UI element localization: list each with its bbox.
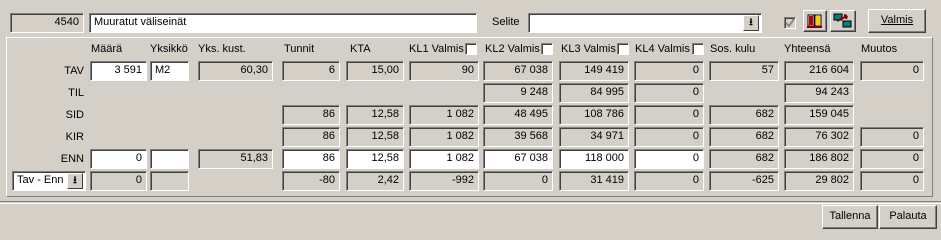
diff-yhteensa: 29 802	[784, 171, 854, 191]
diff-tunnit: -80	[282, 171, 340, 191]
kl4-valmis-checkbox[interactable]	[692, 43, 704, 55]
enn-tunnit-input[interactable]: 86	[282, 149, 340, 169]
palauta-button[interactable]: Palauta	[879, 205, 937, 229]
diff-kl1: -992	[409, 171, 479, 191]
tav-kta: 15,00	[346, 61, 404, 81]
tav-kl3: 149 419	[559, 61, 629, 81]
kir-kl1: 1 082	[409, 127, 479, 147]
col-kl3: KL3 Valmis	[561, 43, 616, 55]
tallenna-button[interactable]: Tallenna	[822, 205, 878, 229]
tallenna-button-label: Tallenna	[829, 210, 871, 222]
tav-kl1: 90	[409, 61, 479, 81]
row-label-enn: ENN	[60, 153, 84, 165]
enn-muutos: 0	[860, 149, 924, 169]
col-tunnit: Tunnit	[284, 43, 315, 55]
diff-maara: 0	[90, 171, 147, 191]
sid-kl3: 108 786	[559, 105, 629, 125]
tav-yks-kust: 60,30	[198, 61, 273, 81]
diff-kta: 2,42	[346, 171, 404, 191]
enn-kl2-input[interactable]: 67 038	[483, 149, 553, 169]
col-yhteensa: Yhteensä	[784, 43, 831, 55]
tools-button[interactable]	[830, 10, 856, 32]
sid-kta: 12,58	[346, 105, 404, 125]
col-yks-kust: Yks. kust.	[198, 43, 246, 55]
sid-kl4: 0	[634, 105, 704, 125]
comparison-select-value: Tav - Enn	[17, 174, 64, 186]
enn-kta-input[interactable]: 12,58	[346, 149, 404, 169]
tav-sos: 57	[709, 61, 779, 81]
sid-kl1: 1 082	[409, 105, 479, 125]
col-muutos: Muutos	[861, 43, 898, 55]
row-label-tav: TAV	[64, 65, 84, 77]
col-sos-kulu: Sos. kulu	[710, 43, 756, 55]
sid-tunnit: 86	[282, 105, 340, 125]
row-label-til: TIL	[68, 87, 84, 99]
comparison-dropdown-button[interactable]: ⭳	[67, 173, 83, 189]
item-code-field: 4540	[10, 13, 84, 33]
valmis-button[interactable]: Valmis	[868, 9, 926, 33]
selite-dropdown-button[interactable]: ⭳	[743, 15, 759, 31]
kl1-valmis-checkbox[interactable]	[465, 43, 477, 55]
kl2-valmis-checkbox[interactable]	[541, 43, 553, 55]
sid-yhteensa: 159 045	[784, 105, 854, 125]
col-maara: Määrä	[91, 43, 123, 55]
sid-kl2: 48 495	[483, 105, 553, 125]
arrow-down-icon: ⭳	[749, 17, 753, 28]
tav-kl2: 67 038	[483, 61, 553, 81]
diff-kl2: 0	[483, 171, 553, 191]
tav-yhteensa: 216 604	[784, 61, 854, 81]
tav-maara-input[interactable]: 3 591	[90, 61, 147, 81]
enn-sos: 682	[709, 149, 779, 169]
col-kta: KTA	[350, 43, 371, 55]
selite-combo[interactable]	[528, 13, 762, 33]
selite-label: Selite	[492, 16, 520, 28]
kir-sos: 682	[709, 127, 779, 147]
tav-muutos: 0	[860, 61, 924, 81]
header-checkbox[interactable]	[784, 17, 796, 29]
enn-yks-kust: 51,83	[198, 149, 273, 169]
kir-kta: 12,58	[346, 127, 404, 147]
tav-yksikko-input[interactable]: M2	[150, 61, 189, 81]
col-yksikko: Yksikkö	[150, 43, 188, 55]
enn-kl4-input[interactable]: 0	[634, 149, 704, 169]
enn-kl3-input[interactable]: 118 000	[559, 149, 629, 169]
enn-yksikko-input[interactable]	[150, 149, 189, 169]
til-kl2: 9 248	[483, 83, 553, 103]
col-kl2: KL2 Valmis	[485, 43, 540, 55]
row-label-sid: SID	[65, 109, 84, 121]
col-kl4: KL4 Valmis	[635, 43, 690, 55]
tav-tunnit: 6	[282, 61, 340, 81]
enn-yhteensa: 186 802	[784, 149, 854, 169]
kir-kl2: 39 568	[483, 127, 553, 147]
enn-maara-input[interactable]: 0	[90, 149, 147, 169]
arrow-down-icon: ⭳	[73, 175, 77, 186]
til-yhteensa: 94 243	[784, 83, 854, 103]
kir-tunnit: 86	[282, 127, 340, 147]
enn-kl1-input[interactable]: 1 082	[409, 149, 479, 169]
kir-yhteensa: 76 302	[784, 127, 854, 147]
kl3-valmis-checkbox[interactable]	[617, 43, 629, 55]
diff-kl4: 0	[634, 171, 704, 191]
diff-muutos: 0	[860, 171, 924, 191]
sid-sos: 682	[709, 105, 779, 125]
diff-sos: -625	[709, 171, 779, 191]
book-button[interactable]	[803, 10, 827, 32]
col-kl1: KL1 Valmis	[409, 43, 464, 55]
tav-kl4: 0	[634, 61, 704, 81]
diff-yksikko	[150, 171, 189, 191]
item-name-input[interactable]: Muuratut väliseinät	[89, 13, 477, 33]
panel-divider	[0, 203, 941, 204]
row-label-kir: KIR	[65, 131, 84, 143]
kir-kl3: 34 971	[559, 127, 629, 147]
kir-kl4: 0	[634, 127, 704, 147]
book-icon	[807, 14, 822, 28]
til-kl4: 0	[634, 83, 704, 103]
network-icon	[833, 13, 852, 28]
kir-muutos: 0	[860, 127, 924, 147]
palauta-button-label: Palauta	[889, 210, 927, 222]
checkmark-icon	[785, 18, 795, 28]
til-kl3: 84 995	[559, 83, 629, 103]
valmis-button-label: Valmis	[880, 14, 914, 26]
diff-kl3: 31 419	[559, 171, 629, 191]
